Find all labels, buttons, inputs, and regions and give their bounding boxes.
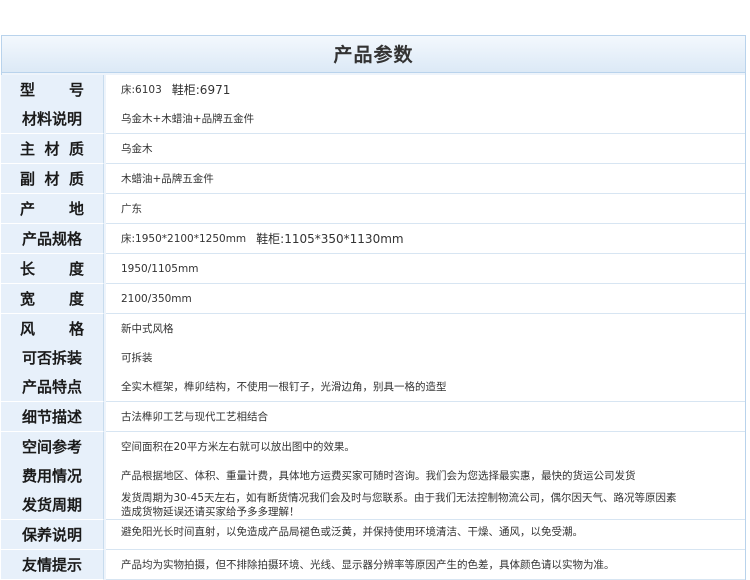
row-label: 空间参考	[1, 432, 104, 462]
row-label: 可否拆装	[1, 343, 104, 373]
row-label: 宽度	[1, 284, 104, 314]
row-value: 床:6103 鞋柜:6971	[106, 75, 745, 105]
row-value: 空间面积在20平方米左右就可以放出图中的效果。	[106, 432, 745, 462]
row-label: 保养说明	[1, 520, 104, 550]
table-row: 副材质 木蜡油+品牌五金件	[1, 164, 746, 194]
row-value: 古法榫卯工艺与现代工艺相结合	[106, 402, 745, 432]
row-label: 产地	[1, 194, 104, 224]
row-value: 广东	[106, 194, 745, 224]
table-row: 费用情况 产品根据地区、体积、重量计费，具体地方运费买家可随时咨询。我们会为您选…	[1, 461, 746, 491]
row-value: 全实木框架，榫卯结构，不使用一根钉子，光滑边角，别具一格的造型	[106, 372, 745, 402]
row-label: 材料说明	[1, 104, 104, 134]
row-label: 型号	[1, 75, 104, 105]
row-label: 发货周期	[1, 490, 104, 520]
label-char: 号	[68, 81, 84, 99]
shipping-line-2: 造成货物延误还请买家给予多多理解！	[121, 505, 300, 518]
row-value: 新中式风格	[106, 314, 745, 344]
table-row: 产品规格 床:1950*2100*1250mm 鞋柜:1105*350*1130m…	[1, 224, 746, 254]
table-row: 友情提示 产品均为实物拍摄，但不排除拍摄环境、光线、显示器分辨率等原因产生的色差…	[1, 550, 746, 580]
row-value: 2100/350mm	[106, 284, 745, 314]
table-row: 细节描述 古法榫卯工艺与现代工艺相结合	[1, 402, 746, 432]
table-row: 可否拆装 可拆装	[1, 343, 746, 373]
row-value: 可拆装	[106, 343, 745, 373]
row-label: 产品规格	[1, 224, 104, 254]
row-label: 副材质	[1, 164, 104, 194]
table-row: 宽度 2100/350mm	[1, 284, 746, 314]
row-label: 产品特点	[1, 372, 104, 402]
row-value: 床:1950*2100*1250mm 鞋柜:1105*350*1130mm	[106, 224, 745, 254]
row-value: 1950/1105mm	[106, 254, 745, 284]
row-value: 产品均为实物拍摄，但不排除拍摄环境、光线、显示器分辨率等原因产生的色差，具体颜色…	[106, 550, 745, 580]
table-row: 保养说明 避免阳光长时间直射，以免造成产品局褪色或泛黄，并保持使用环境清洁、干燥…	[1, 520, 746, 550]
row-value: 乌金木	[106, 134, 745, 164]
row-value: 木蜡油+品牌五金件	[106, 164, 745, 194]
table-row: 产品特点 全实木框架，榫卯结构，不使用一根钉子，光滑边角，别具一格的造型	[1, 372, 746, 402]
table-row: 空间参考 空间面积在20平方米左右就可以放出图中的效果。	[1, 432, 746, 462]
table-row: 长度 1950/1105mm	[1, 254, 746, 284]
model-cabinet: 鞋柜:6971	[171, 83, 231, 97]
table-row: 发货周期 发货周期为30-45天左右，如有断货情况我们会及时与您联系。由于我们无…	[1, 490, 746, 520]
row-value: 发货周期为30-45天左右，如有断货情况我们会及时与您联系。由于我们无法控制物流…	[106, 490, 745, 520]
table-row: 主材质 乌金木	[1, 134, 746, 164]
table-row: 风格 新中式风格	[1, 314, 746, 344]
shipping-line-1: 发货周期为30-45天左右，如有断货情况我们会及时与您联系。由于我们无法控制物流…	[121, 491, 677, 504]
table-row: 材料说明 乌金木+木蜡油+品牌五金件	[1, 104, 746, 134]
model-bed: 床:6103	[121, 84, 162, 96]
row-label: 长度	[1, 254, 104, 284]
label-char: 型	[20, 81, 36, 99]
row-value: 乌金木+木蜡油+品牌五金件	[106, 104, 745, 134]
spec-bed: 床:1950*2100*1250mm	[121, 233, 247, 245]
table-title: 产品参数	[1, 35, 746, 73]
row-label: 费用情况	[1, 461, 104, 491]
row-label: 风格	[1, 314, 104, 344]
row-label: 友情提示	[1, 550, 104, 580]
row-value: 避免阳光长时间直射，以免造成产品局褪色或泛黄，并保持使用环境清洁、干燥、通风，以…	[106, 520, 745, 550]
table-row: 产地 广东	[1, 194, 746, 224]
row-value: 产品根据地区、体积、重量计费，具体地方运费买家可随时咨询。我们会为您选择最实惠，…	[106, 461, 745, 491]
row-label: 主材质	[1, 134, 104, 164]
row-label: 细节描述	[1, 402, 104, 432]
table-row: 型号 床:6103 鞋柜:6971	[1, 75, 746, 105]
spec-cabinet: 鞋柜:1105*350*1130mm	[256, 232, 404, 246]
